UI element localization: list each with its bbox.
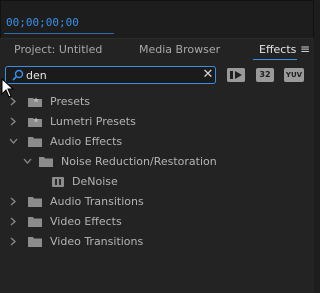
panel-tab-bar: Project: Untitled Media Browser Effects …	[0, 38, 314, 61]
tree-item-audio-transitions[interactable]: Audio Transitions	[0, 192, 314, 212]
tree-item-label: DeNoise	[72, 175, 118, 188]
preset-folder-icon	[28, 97, 42, 107]
accelerated-effects-glyph	[227, 68, 245, 82]
chevron-right-icon[interactable]	[9, 97, 18, 106]
tree-item-video-effects[interactable]: Video Effects	[0, 212, 314, 232]
tree-item-presets[interactable]: Presets	[0, 92, 314, 112]
tree-item-label: Lumetri Presets	[50, 115, 136, 128]
search-box[interactable]: ✕	[5, 66, 216, 84]
tab-project[interactable]: Project: Untitled	[14, 39, 102, 61]
tree-item-video-transitions[interactable]: Video Transitions	[0, 232, 314, 252]
tree-item-label: Video Effects	[50, 215, 122, 228]
tree-item-noise-reduction[interactable]: Noise Reduction/Restoration	[0, 152, 314, 172]
folder-icon	[28, 237, 42, 247]
folder-icon	[39, 157, 53, 167]
timecode-underline	[4, 33, 114, 34]
tree-item-audio-effects[interactable]: Audio Effects	[0, 132, 314, 152]
folder-icon	[28, 137, 42, 147]
yuv-effects-button[interactable]: YUV	[284, 68, 304, 82]
chevron-right-icon[interactable]	[9, 117, 18, 126]
32-bit-effects-button[interactable]: 32	[256, 68, 274, 82]
clear-search-icon[interactable]: ✕	[202, 68, 214, 82]
tab-effects[interactable]: Effects	[259, 39, 296, 61]
accelerated-effects-icon[interactable]	[227, 68, 245, 82]
tree-item-lumetri-presets[interactable]: Lumetri Presets	[0, 112, 314, 132]
audio-effect-icon	[52, 177, 64, 187]
tree-item-label: Video Transitions	[50, 235, 144, 248]
preset-folder-icon	[28, 117, 42, 127]
chevron-down-icon[interactable]	[9, 137, 18, 146]
chevron-right-icon[interactable]	[9, 237, 18, 246]
tab-media-browser[interactable]: Media Browser	[139, 39, 220, 61]
panel-menu-icon[interactable]: ≡	[300, 39, 312, 61]
tree-item-label: Noise Reduction/Restoration	[61, 155, 217, 168]
folder-icon	[28, 217, 42, 227]
tree-item-label: Audio Transitions	[50, 195, 144, 208]
chevron-down-icon[interactable]	[23, 157, 32, 166]
chevron-right-icon[interactable]	[9, 217, 18, 226]
tree-item-label: Presets	[50, 95, 91, 108]
timecode-display[interactable]: 00;00;00;00	[4, 12, 126, 32]
chevron-right-icon[interactable]	[9, 197, 18, 206]
tree-item-label: Audio Effects	[50, 135, 123, 148]
tree-item-denoise[interactable]: DeNoise	[0, 172, 314, 192]
search-input[interactable]	[26, 68, 196, 82]
folder-icon	[28, 197, 42, 207]
